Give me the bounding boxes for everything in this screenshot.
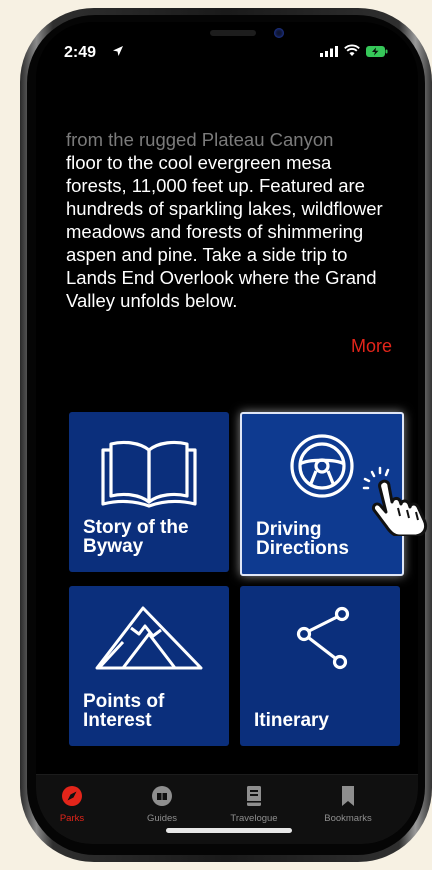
- story-of-the-byway-tile[interactable]: Story of the Byway: [69, 412, 229, 572]
- mountain-icon: [95, 606, 203, 670]
- status-bar: 2:49: [36, 22, 418, 78]
- description-text: floor to the cool evergreen mesa forests…: [66, 152, 383, 311]
- tab-bookmarks[interactable]: Bookmarks: [308, 785, 388, 824]
- cellular-signal-icon: [320, 46, 338, 57]
- points-of-interest-tile[interactable]: Points of Interest: [69, 586, 229, 746]
- home-indicator: [166, 828, 292, 833]
- open-book-icon: [101, 440, 197, 508]
- tab-parks[interactable]: Parks: [36, 785, 112, 824]
- tile-label: Itinerary: [254, 710, 329, 731]
- status-time: 2:49: [64, 44, 97, 61]
- speaker-grille: [210, 30, 256, 36]
- tab-label: Bookmarks: [324, 813, 372, 824]
- bookmark-icon: [342, 786, 354, 806]
- description-faded-line: from the rugged Plateau Canyon: [66, 129, 334, 150]
- app-screen: 2:49 from the rugged Plateau Canyon floo…: [36, 22, 418, 844]
- wifi-icon: [344, 44, 360, 56]
- guides-icon: [152, 786, 172, 806]
- compass-icon: [62, 786, 82, 806]
- tap-hand-icon: [362, 466, 428, 536]
- tab-travelogue[interactable]: Travelogue: [214, 785, 294, 824]
- tab-label: Guides: [146, 813, 178, 824]
- battery-charging-icon: [366, 46, 388, 57]
- tab-label: Travelogue: [230, 813, 278, 824]
- tile-label: Story of the Byway: [83, 517, 189, 557]
- tab-bar: Parks Guides Travelogue Bookmarks: [36, 774, 418, 844]
- share-nodes-icon: [296, 606, 350, 670]
- tab-label: Parks: [59, 813, 85, 824]
- itinerary-tile[interactable]: Itinerary: [240, 586, 400, 746]
- notebook-icon: [247, 786, 261, 806]
- location-arrow-icon: [113, 46, 123, 56]
- tile-label: Points of Interest: [83, 691, 165, 731]
- byway-description: from the rugged Plateau Canyon floor to …: [66, 128, 396, 312]
- notch: [124, 22, 334, 56]
- tab-guides[interactable]: Guides: [122, 785, 202, 824]
- front-camera: [274, 28, 284, 38]
- more-link[interactable]: More: [351, 336, 392, 357]
